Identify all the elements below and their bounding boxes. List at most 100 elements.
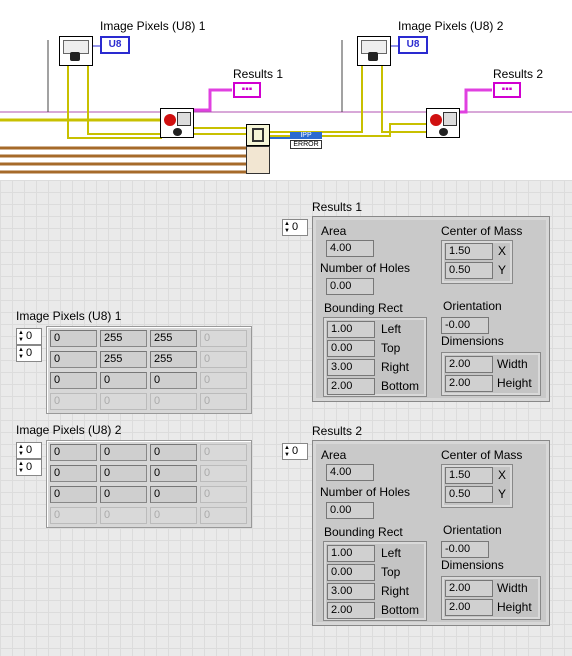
error-terminal[interactable]: ERROR [290,140,322,149]
error-cluster-stack[interactable] [246,146,270,174]
holes-value[interactable]: 0.00 [326,278,374,295]
height-value[interactable]: 2.00 [445,375,493,392]
array-cell[interactable]: 0 [50,330,97,347]
com-x-value[interactable]: 1.50 [445,467,493,484]
area-value[interactable]: 4.00 [326,240,374,257]
bbox-right-label: Right [381,584,410,598]
holes-label: Number of Holes [320,261,411,275]
array-cell[interactable]: 0 [50,465,97,482]
image1-row-index[interactable]: ▲ ▼ 0 [16,328,42,345]
array-cell[interactable]: 0 [100,372,147,389]
stepper-icon[interactable]: ▲ ▼ [18,444,25,458]
record-icon [430,114,442,126]
array-cell[interactable]: 0 [200,507,247,524]
array-cell[interactable]: 0 [50,507,97,524]
bbox-left-value[interactable]: 1.00 [327,545,375,562]
image2-col-index[interactable]: ▲ ▼ 0 [16,459,42,476]
com-x-label: X [498,468,507,482]
array-cell[interactable]: 0 [200,486,247,503]
dimensions-label: Dimensions [441,334,504,348]
bbox-right-value[interactable]: 3.00 [327,359,375,376]
bbox-top-label: Top [381,341,401,355]
array-cell[interactable]: 0 [150,507,197,524]
width-value[interactable]: 2.00 [445,356,493,373]
bbox-top-value[interactable]: 0.00 [327,340,375,357]
building-icon [252,128,264,142]
bbox-left-value[interactable]: 1.00 [327,321,375,338]
property-node-2[interactable] [357,36,391,66]
array-cell[interactable]: 255 [150,330,197,347]
area-value[interactable]: 4.00 [326,464,374,481]
results-index[interactable]: ▲ ▼ 0 [282,219,308,236]
grid-icon [443,112,457,126]
bbox-bottom-value[interactable]: 2.00 [327,378,375,395]
analysis-vi-1[interactable] [160,108,194,138]
array-cell[interactable]: 0 [50,351,97,368]
array-cell[interactable]: 255 [150,351,197,368]
array-cell[interactable]: 0 [200,330,247,347]
array-cell[interactable]: 255 [100,330,147,347]
diagram-results1-label: Results 1 [233,67,284,81]
array-cell[interactable]: 0 [100,444,147,461]
area-label: Area [321,448,347,462]
ipp-init-vi[interactable] [246,124,270,146]
array-cell[interactable]: 255 [100,351,147,368]
array-cell[interactable]: 0 [100,486,147,503]
bbox-bottom-value[interactable]: 2.00 [327,602,375,619]
array-cell[interactable]: 0 [100,393,147,410]
bbox-top-label: Top [381,565,401,579]
results-index[interactable]: ▲ ▼ 0 [282,443,308,460]
results-label: Results 1 [312,200,363,214]
holes-label: Number of Holes [320,485,411,499]
image2-row-index[interactable]: ▲ ▼ 0 [16,442,42,459]
height-label: Height [497,600,532,614]
bbox-right-value[interactable]: 3.00 [327,583,375,600]
center-of-mass-label: Center of Mass [441,448,523,462]
array-cell[interactable]: 0 [50,444,97,461]
array-cell[interactable]: 0 [50,486,97,503]
orientation-value[interactable]: -0.00 [441,317,489,334]
ipp-terminal[interactable]: IPP [290,132,322,139]
array-cell[interactable]: 0 [200,393,247,410]
bbox-top-value[interactable]: 0.00 [327,564,375,581]
array-cell[interactable]: 0 [200,465,247,482]
stepper-icon[interactable]: ▲ ▼ [18,330,25,344]
array-cell[interactable]: 0 [150,486,197,503]
diagram-image1-label: Image Pixels (U8) 1 [100,19,206,33]
image1-col-index[interactable]: ▲ ▼ 0 [16,345,42,362]
array-cell[interactable]: 0 [200,444,247,461]
grid-icon [177,112,191,126]
stepper-icon[interactable]: ▲ ▼ [18,461,25,475]
array-cell[interactable]: 0 [150,444,197,461]
u8-terminal-1[interactable]: U8 [100,36,130,54]
array-cell[interactable]: 0 [100,465,147,482]
array-cell[interactable]: 0 [150,465,197,482]
stepper-icon[interactable]: ▲ ▼ [284,445,291,459]
array-cell[interactable]: 0 [150,393,197,410]
array-cell[interactable]: 0 [200,372,247,389]
results2-terminal[interactable]: ▪▪▪ [493,82,521,98]
array-cell[interactable]: 0 [100,507,147,524]
stepper-icon[interactable]: ▲ ▼ [284,221,291,235]
array-cell[interactable]: 0 [150,372,197,389]
results1-terminal[interactable]: ▪▪▪ [233,82,261,98]
com-y-value[interactable]: 0.50 [445,486,493,503]
width-value[interactable]: 2.00 [445,580,493,597]
holes-value[interactable]: 0.00 [326,502,374,519]
center-of-mass-label: Center of Mass [441,224,523,238]
bbox-left-label: Left [381,546,402,560]
com-y-value[interactable]: 0.50 [445,262,493,279]
com-x-value[interactable]: 1.50 [445,243,493,260]
com-x-label: X [498,244,507,258]
array-cell[interactable]: 0 [50,372,97,389]
height-value[interactable]: 2.00 [445,599,493,616]
analysis-vi-2[interactable] [426,108,460,138]
diagram-results2-label: Results 2 [493,67,544,81]
image1-label: Image Pixels (U8) 1 [16,309,122,323]
orientation-value[interactable]: -0.00 [441,541,489,558]
stepper-icon[interactable]: ▲ ▼ [18,347,25,361]
array-cell[interactable]: 0 [200,351,247,368]
array-cell[interactable]: 0 [50,393,97,410]
property-node-1[interactable] [59,36,93,66]
u8-terminal-2[interactable]: U8 [398,36,428,54]
